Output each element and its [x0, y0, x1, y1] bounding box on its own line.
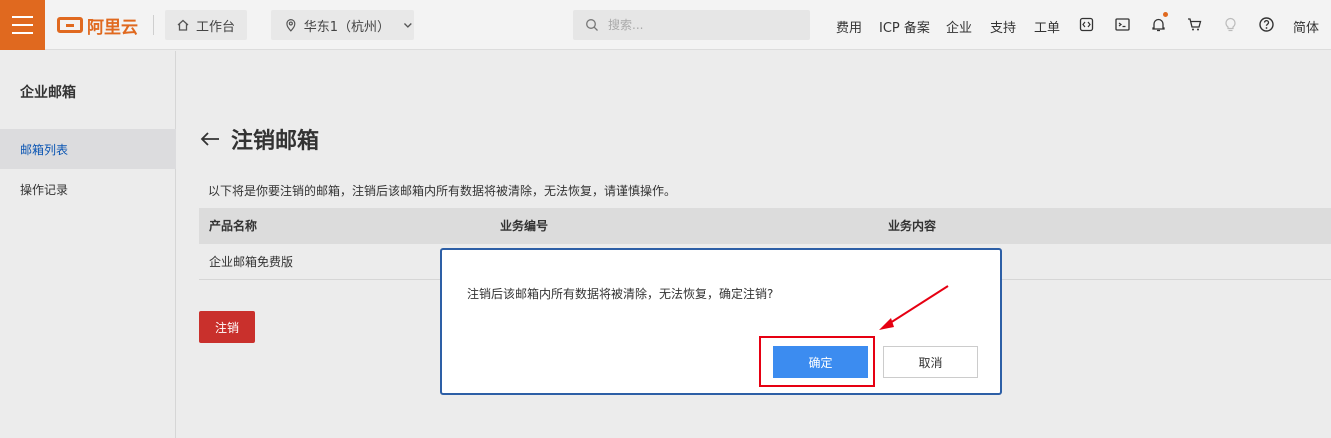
code-icon[interactable] [1078, 16, 1095, 33]
confirm-dialog: 注销后该邮箱内所有数据将被清除，无法恢复，确定注销? 确定 取消 [440, 248, 1002, 395]
notification-badge [1163, 12, 1168, 17]
confirm-message: 注销后该邮箱内所有数据将被清除，无法恢复，确定注销? [467, 287, 774, 301]
nav-link-icp[interactable]: ICP 备案 [879, 17, 930, 36]
sidebar: 企业邮箱 邮箱列表 操作记录 [0, 51, 176, 438]
sidebar-item-operation-log[interactable]: 操作记录 [0, 169, 176, 209]
search-icon [586, 19, 598, 31]
nav-link-support[interactable]: 支持 [990, 17, 1016, 36]
aliyun-logo-icon [57, 17, 83, 33]
table-header: 产品名称 业务编号 业务内容 [199, 208, 1331, 244]
divider [153, 15, 154, 35]
column-header-business-id: 业务编号 [500, 219, 549, 233]
highlight-annotation-box [759, 336, 875, 387]
bell-icon[interactable] [1150, 16, 1167, 33]
warning-description: 以下将是你要注销的邮箱，注销后该邮箱内所有数据将被清除，无法恢复，请谨慎操作。 [208, 184, 677, 198]
lightbulb-icon[interactable] [1222, 16, 1239, 33]
region-selector[interactable]: 华东1（杭州） [271, 10, 414, 40]
nav-link-enterprise[interactable]: 企业 [946, 17, 972, 36]
chevron-down-icon [404, 23, 413, 28]
help-icon[interactable] [1258, 16, 1275, 33]
search-input[interactable] [608, 18, 798, 32]
page-title: 注销邮箱 [231, 129, 320, 154]
location-pin-icon [286, 19, 296, 32]
column-header-product: 产品名称 [209, 219, 258, 233]
sidebar-item-mailbox-list[interactable]: 邮箱列表 [0, 129, 176, 169]
brand-name: 阿里云 [87, 17, 138, 38]
menu-icon[interactable] [0, 0, 45, 50]
top-navigation-bar: 阿里云 工作台 华东1（杭州） 费用 ICP 备案 企业 支持 工单 简体 [0, 0, 1331, 50]
home-icon [177, 19, 189, 31]
product-name-cell: 企业邮箱免费版 [209, 255, 294, 269]
workbench-label: 工作台 [196, 19, 236, 35]
sidebar-title: 企业邮箱 [20, 85, 76, 101]
sidebar-item-label: 操作记录 [20, 182, 69, 197]
cart-icon[interactable] [1186, 16, 1203, 33]
terminal-icon[interactable] [1114, 16, 1131, 33]
cancel-account-button[interactable]: 注销 [199, 311, 255, 343]
workbench-button[interactable]: 工作台 [165, 10, 247, 40]
page-header: 注销邮箱 [199, 123, 319, 155]
column-header-business-content: 业务内容 [888, 219, 937, 233]
sidebar-item-label: 邮箱列表 [20, 142, 69, 157]
cancel-button[interactable]: 取消 [883, 346, 978, 378]
region-label: 华东1（杭州） [303, 19, 390, 35]
back-arrow-icon[interactable] [199, 130, 221, 148]
nav-link-billing[interactable]: 费用 [836, 17, 862, 36]
search-box[interactable] [573, 10, 810, 40]
nav-link-ticket[interactable]: 工单 [1034, 17, 1060, 36]
brand-logo[interactable]: 阿里云 [57, 13, 138, 38]
language-switch[interactable]: 简体 [1293, 17, 1319, 36]
